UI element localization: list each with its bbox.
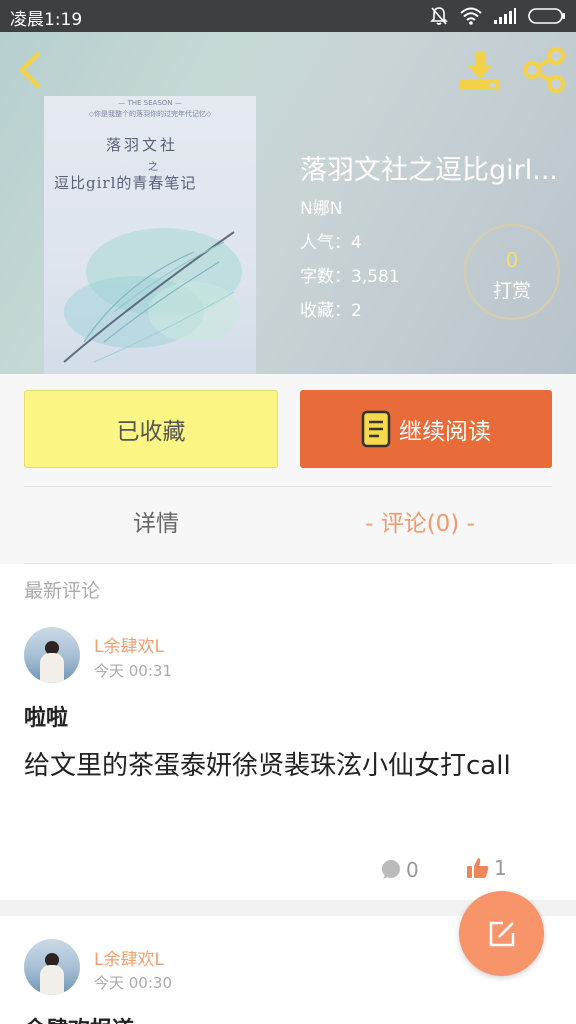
feather-illustration: [63, 228, 242, 363]
collected-label: 已收藏: [116, 419, 186, 445]
status-bar: 凌晨1:19: [0, 0, 576, 32]
status-time: 凌晨1:19: [10, 10, 83, 30]
continue-reading-label: 继续阅读: [399, 419, 491, 445]
book-icon: [361, 410, 391, 448]
action-area: 已收藏 继续阅读 详情 - 评论(0) -: [0, 374, 576, 564]
tab-detail[interactable]: 详情: [24, 504, 288, 538]
battery-icon: [528, 8, 565, 24]
comment-heading: 啦啦: [24, 706, 69, 731]
reward-count: 0: [505, 248, 519, 272]
avatar[interactable]: [24, 627, 80, 683]
comment-time: 今天 00:31: [94, 662, 172, 680]
cover-title-line2: 之: [148, 162, 158, 173]
download-icon: [460, 52, 500, 90]
comment-time: 今天 00:30: [94, 974, 172, 992]
reply-button[interactable]: 0: [380, 856, 419, 884]
back-arrow-icon: [19, 51, 41, 89]
like-button[interactable]: 1: [466, 854, 507, 882]
reward-button[interactable]: 0 打赏: [464, 224, 560, 320]
comment-body: 给文里的茶蛋泰妍徐贤裴珠泫小仙女打call: [24, 751, 511, 781]
tab-comments[interactable]: - 评论(0) -: [288, 504, 552, 538]
share-button[interactable]: [520, 46, 568, 94]
back-button[interactable]: [12, 50, 52, 90]
status-icons: [430, 6, 566, 26]
like-count: 1: [494, 856, 507, 880]
book-cover[interactable]: — THE SEASON — ◇你是我整个的落羽你的过完年代记忆◇ 落羽文社 之…: [44, 96, 256, 374]
write-comment-button[interactable]: [459, 891, 544, 976]
cover-top-text: — THE SEASON —: [118, 99, 182, 107]
mute-bell-icon: [430, 7, 448, 25]
reward-label: 打赏: [492, 280, 531, 302]
collected-button[interactable]: 已收藏: [24, 390, 278, 468]
divider: [24, 563, 552, 564]
reply-count: 0: [406, 858, 419, 882]
avatar[interactable]: [24, 939, 80, 995]
stat-favorites: 收藏：2: [300, 301, 362, 321]
share-icon: [523, 47, 565, 93]
stat-popularity: 人气：4: [300, 233, 362, 253]
comment-bubble-icon: [382, 860, 400, 879]
thumbs-up-icon: [467, 858, 489, 878]
divider: [24, 486, 552, 487]
stat-word-count: 字数：3,581: [300, 267, 400, 287]
comment-username[interactable]: L余肆欢L: [94, 632, 164, 657]
cover-title-line3: 逗比girl的青春笔记: [54, 174, 197, 192]
latest-comments-title: 最新评论: [24, 580, 101, 602]
book-author[interactable]: N娜N: [300, 194, 342, 219]
comment-heading: 余肆欢报道: [24, 1012, 134, 1024]
download-button[interactable]: [456, 46, 504, 94]
edit-icon: [489, 921, 514, 946]
cover-sub-text: ◇你是我整个的落羽你的过完年代记忆◇: [88, 110, 212, 118]
comment-username[interactable]: L余肆欢L: [94, 945, 164, 970]
signal-icon: [494, 8, 516, 24]
book-header: — THE SEASON — ◇你是我整个的落羽你的过完年代记忆◇ 落羽文社 之…: [0, 32, 576, 374]
book-title: 落羽文社之逗比girl...: [300, 155, 558, 186]
continue-reading-button[interactable]: 继续阅读: [300, 390, 552, 468]
cover-title-line1: 落羽文社: [106, 136, 179, 154]
wifi-icon: [460, 7, 482, 25]
